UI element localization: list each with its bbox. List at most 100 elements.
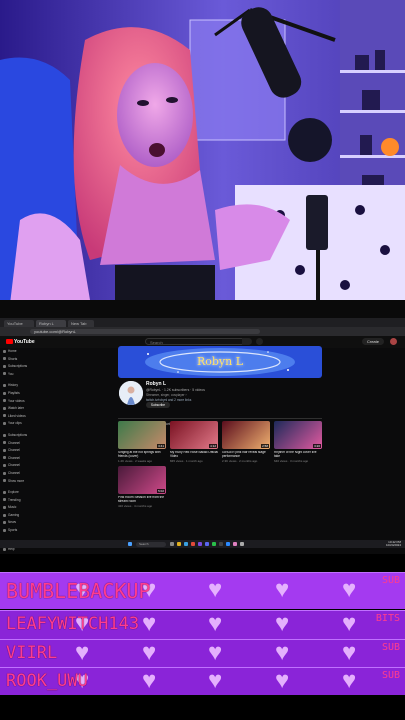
sidebar-item-label: Sports xyxy=(8,528,18,533)
sidebar-item-icon xyxy=(3,399,6,403)
video-title[interactable]: Singing at the hot springs with friends … xyxy=(118,451,166,459)
sidebar-item[interactable]: Music xyxy=(0,504,30,512)
video-title[interactable]: My Ruby Red Rose Ballad Official Video xyxy=(170,451,218,459)
sidebar-item[interactable]: Your clips xyxy=(0,420,30,428)
video-title[interactable]: GINGER pink hair reveal stage performanc… xyxy=(222,451,270,459)
sidebar-item[interactable]: Liked videos xyxy=(0,413,30,421)
steam-icon[interactable] xyxy=(226,542,230,546)
channel-avatar-art xyxy=(119,381,143,405)
sidebar-item-label: Trending xyxy=(8,497,21,502)
sidebar-item[interactable]: Home xyxy=(0,348,30,356)
avatar[interactable] xyxy=(390,338,397,345)
browser-tab[interactable]: New Tab xyxy=(68,320,94,327)
search-icon[interactable] xyxy=(242,338,252,345)
sidebar-item[interactable]: Subscriptions xyxy=(0,363,30,371)
sidebar-item[interactable]: Channel xyxy=(0,447,30,455)
channel-banner: Robyn L xyxy=(118,346,322,378)
heart-icon: ♥ xyxy=(275,610,290,637)
spotify-icon[interactable] xyxy=(212,542,216,546)
video-thumbnail[interactable]: 5:02 xyxy=(118,466,166,494)
sidebar-item[interactable]: Gaming xyxy=(0,512,30,520)
sidebar-item[interactable]: News xyxy=(0,519,30,527)
video-card[interactable]: 2:58 GINGER pink hair reveal stage perfor… xyxy=(222,421,270,463)
video-thumbnail[interactable]: 2:58 xyxy=(222,421,270,449)
sidebar-item[interactable]: History xyxy=(0,382,30,390)
folder-icon[interactable] xyxy=(177,542,181,546)
heart-icon: ♥ xyxy=(208,610,223,637)
video-card[interactable]: 4:12 My Ruby Red Rose Ballad Official Vid… xyxy=(170,421,218,463)
channel-description[interactable]: Streamer, singer, cosplayer › xyxy=(146,393,187,397)
sidebar-item[interactable]: Show more xyxy=(0,478,30,486)
video-thumbnail[interactable]: 3:20 xyxy=(274,421,322,449)
heart-icon: ♥ xyxy=(275,576,290,603)
youtube-logo[interactable]: YouTube xyxy=(6,338,35,346)
video-card[interactable]: 3:41 Singing at the hot springs with frie… xyxy=(118,421,166,463)
channel-avatar[interactable] xyxy=(119,381,143,405)
heart-icon: ♥ xyxy=(75,639,90,666)
discord-icon[interactable] xyxy=(205,542,209,546)
video-thumbnail[interactable]: 3:41 xyxy=(118,421,166,449)
sidebar-item[interactable]: Playlists xyxy=(0,390,30,398)
sidebar-item[interactable]: Subscriptions xyxy=(0,432,30,440)
twitch-icon[interactable] xyxy=(198,542,202,546)
sidebar-item[interactable]: Explore xyxy=(0,489,30,497)
heart-icon: ♥ xyxy=(342,667,357,694)
browser-tab[interactable]: YouTube xyxy=(4,320,34,327)
start-icon[interactable] xyxy=(128,542,132,546)
sidebar-item[interactable]: Channel xyxy=(0,440,30,448)
video-duration: 3:41 xyxy=(157,444,165,448)
sidebar-item[interactable]: You xyxy=(0,371,30,379)
sidebar-item-icon xyxy=(3,479,6,483)
settings-icon[interactable] xyxy=(240,542,244,546)
banner-title: Robyn L xyxy=(196,355,244,368)
sidebar-item-label: Watch later xyxy=(8,406,25,411)
sidebar-item[interactable]: Channel xyxy=(0,470,30,478)
sidebar-item-label: Home xyxy=(8,349,17,353)
sidebar-item[interactable]: Shorts xyxy=(0,356,30,364)
sidebar-item[interactable]: Sports xyxy=(0,527,30,535)
app-icon[interactable] xyxy=(233,542,237,546)
divider-bar xyxy=(0,300,405,318)
video-thumbnail[interactable]: 4:12 xyxy=(170,421,218,449)
sidebar-item-icon xyxy=(3,448,6,452)
create-button[interactable]: Create xyxy=(362,338,384,345)
sidebar-item[interactable]: Your videos xyxy=(0,398,30,406)
sidebar-item[interactable]: Channel xyxy=(0,455,30,463)
microphone-icon[interactable] xyxy=(256,338,263,345)
event-type-label: BITS xyxy=(375,613,400,624)
subscribe-button[interactable]: Subscribe xyxy=(146,402,170,408)
video-card[interactable]: 3:20 Rhythm of the Night cover live take 6… xyxy=(274,421,322,463)
chrome-icon[interactable] xyxy=(191,542,195,546)
sidebar-item-label: Liked videos xyxy=(8,413,26,418)
taskview-icon[interactable] xyxy=(170,542,174,546)
edge-icon[interactable] xyxy=(184,542,188,546)
youtube-logo-text: YouTube xyxy=(14,339,35,345)
taskbar-search[interactable]: Search xyxy=(136,541,166,547)
search-input[interactable]: Search xyxy=(145,338,245,345)
sidebar-item[interactable]: Trending xyxy=(0,497,30,505)
sidebar-item[interactable]: Watch later xyxy=(0,405,30,413)
video-card[interactable]: 5:02 Pink Room Session live from the stre… xyxy=(118,466,166,508)
sidebar-item-label: Playlists xyxy=(8,390,20,395)
browser-tab[interactable]: Robyn L xyxy=(36,320,66,327)
event-type-label: SUB xyxy=(381,575,400,586)
obs-icon[interactable] xyxy=(219,542,223,546)
video-duration: 5:02 xyxy=(157,489,165,493)
sidebar-item-label: Subscriptions xyxy=(8,364,28,369)
sidebar-item[interactable]: Channel xyxy=(0,462,30,470)
url-field[interactable]: youtube.com/@RobynL xyxy=(30,329,260,334)
event-username: VIIRL xyxy=(6,642,58,663)
channel-name: Robyn L xyxy=(146,381,166,387)
youtube-play-icon xyxy=(6,339,13,345)
browser-tabbar: YouTube Robyn L New Tab xyxy=(0,318,405,327)
sidebar-item-label: Channel xyxy=(8,470,20,475)
video-title[interactable]: Rhythm of the Night cover live take xyxy=(274,451,322,459)
sidebar-item-label: You xyxy=(8,371,14,376)
sidebar-item-label: Channel xyxy=(8,463,20,468)
sidebar-item-icon xyxy=(3,471,6,475)
taskbar-clock[interactable]: 10:42 PM 10/24/2024 xyxy=(386,541,401,547)
video-duration: 3:20 xyxy=(313,444,321,448)
video-title[interactable]: Pink Room Session live from the stream r… xyxy=(118,496,166,504)
recent-events-list: ♥ ♥ ♥ ♥ ♥ BUMBLEBACKUP SUB ♥ ♥ ♥ ♥ ♥ LEAFYWITCH143 BI… xyxy=(0,572,405,695)
sidebar-item-label: Music xyxy=(8,505,17,510)
